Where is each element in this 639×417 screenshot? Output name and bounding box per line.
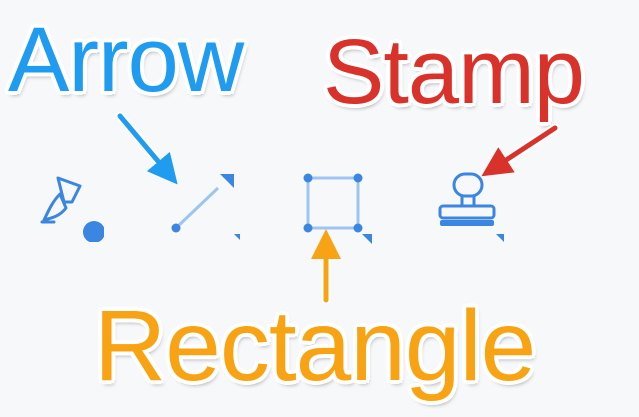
rectangle-tool-icon: [303, 173, 372, 244]
stamp-tool-icon: [438, 172, 504, 242]
rectangle-tool-button[interactable]: [300, 172, 374, 246]
highlighter-icon: [40, 176, 104, 242]
arrow-pointer: [115, 111, 175, 180]
stamp-pointer: [487, 123, 560, 175]
stamp-callout-label: Stamp: [323, 21, 585, 123]
rectangle-callout-label: Rectangle: [94, 290, 536, 402]
highlighter-tool-button[interactable]: [30, 168, 104, 242]
arrow-tool-icon: [171, 174, 240, 240]
arrow-callout-label: Arrow: [8, 9, 244, 111]
stamp-tool-button[interactable]: [430, 168, 504, 242]
arrow-tool-button[interactable]: [166, 168, 240, 242]
